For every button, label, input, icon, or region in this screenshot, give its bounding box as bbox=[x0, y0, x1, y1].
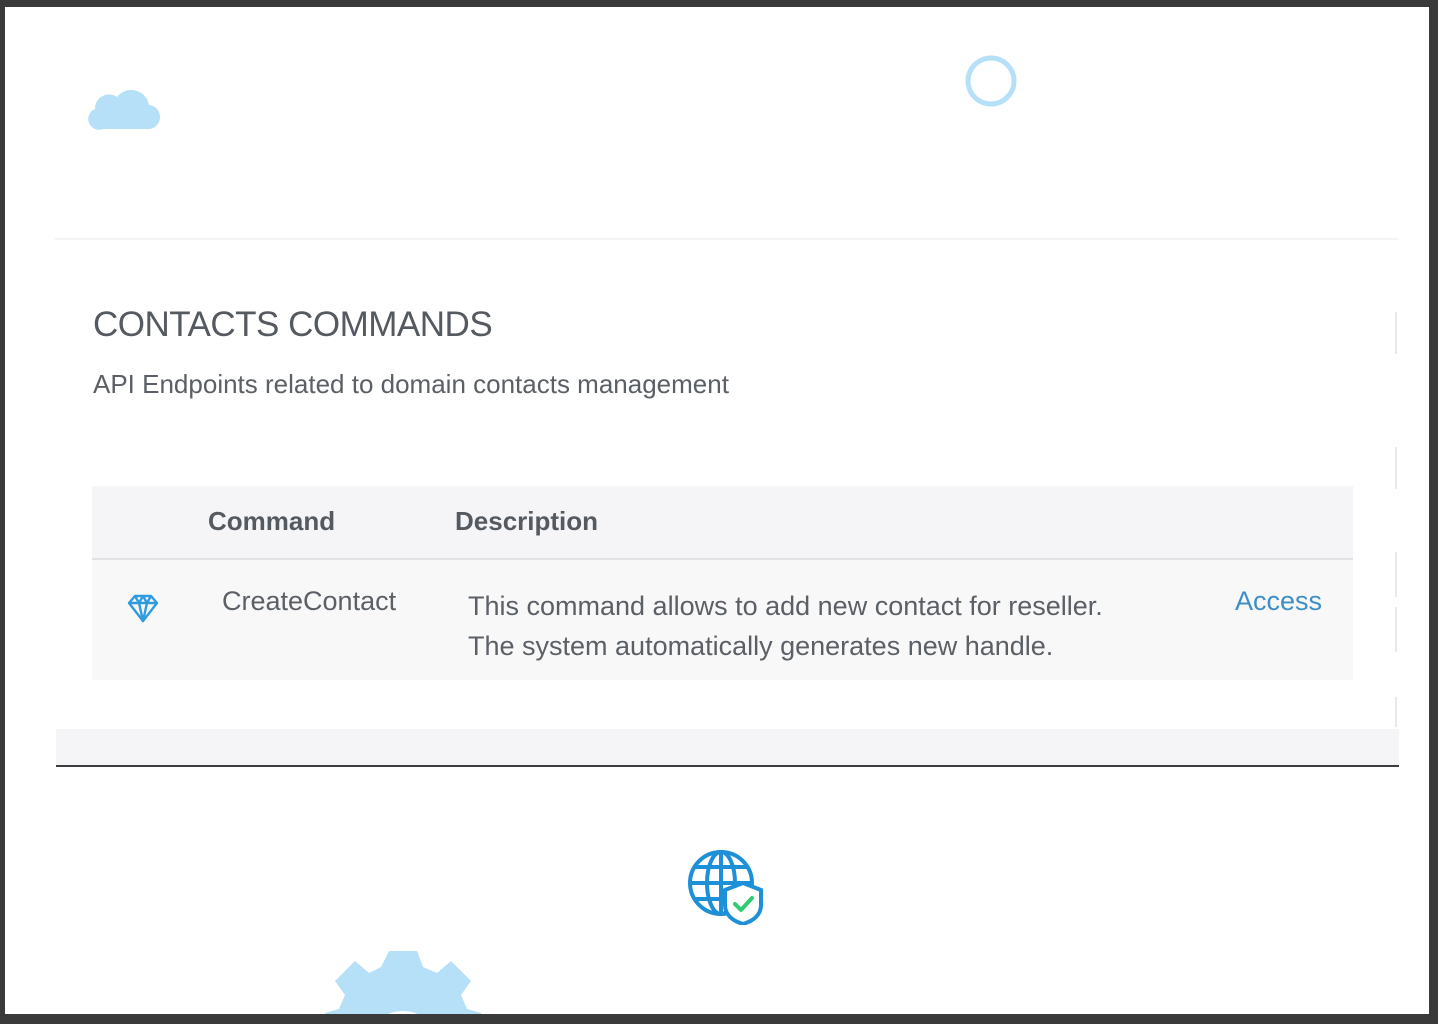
column-header-description: Description bbox=[455, 506, 599, 536]
table-row: CreateContact This command allows to add… bbox=[92, 560, 1353, 680]
globe-shield-check-icon bbox=[688, 850, 763, 925]
commands-table: Command Description CreateContact This c… bbox=[92, 486, 1353, 680]
edge-line bbox=[1395, 607, 1397, 652]
edge-line bbox=[1395, 697, 1397, 727]
edge-line bbox=[1395, 312, 1397, 354]
page-frame: CONTACTS COMMANDS API Endpoints related … bbox=[0, 0, 1438, 1024]
section-subtitle: API Endpoints related to domain contacts… bbox=[93, 369, 729, 399]
section-footer-band bbox=[56, 729, 1399, 767]
column-header-command: Command bbox=[208, 506, 336, 536]
circle-icon bbox=[965, 55, 1017, 107]
description-line: The system automatically generates new h… bbox=[468, 631, 1054, 661]
section-divider-top bbox=[55, 238, 1399, 240]
edge-line bbox=[1395, 552, 1397, 597]
command-description: This command allows to add new contact f… bbox=[468, 586, 1188, 666]
description-line: This command allows to add new contact f… bbox=[468, 591, 1103, 621]
gear-icon bbox=[325, 951, 481, 1014]
access-link[interactable]: Access bbox=[1235, 586, 1322, 617]
table-header: Command Description bbox=[92, 486, 1353, 560]
section-title: CONTACTS COMMANDS bbox=[93, 305, 493, 344]
edge-line bbox=[1395, 447, 1397, 489]
cloud-icon bbox=[88, 89, 161, 130]
command-name: CreateContact bbox=[222, 586, 397, 616]
diamond-icon bbox=[127, 594, 159, 623]
